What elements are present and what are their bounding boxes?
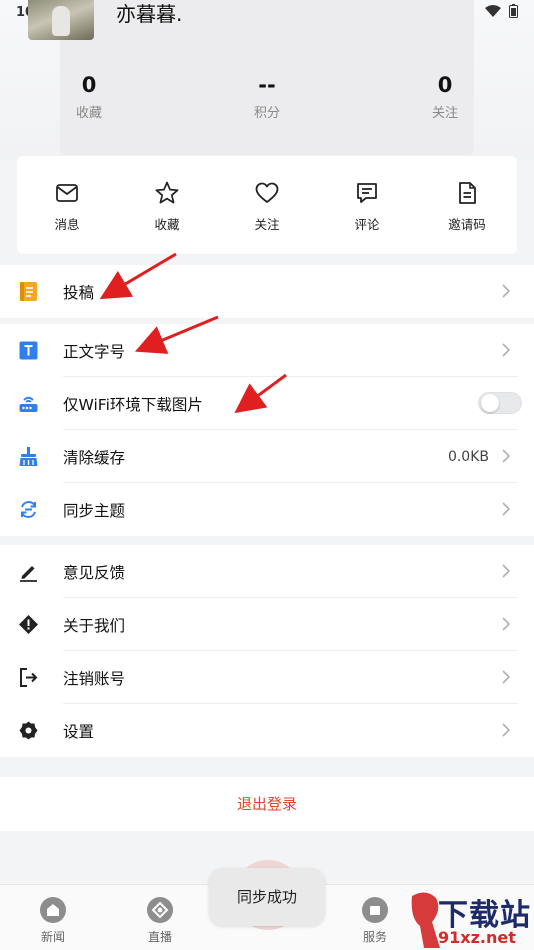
menu-item-label: 同步主题 [63,501,126,520]
menu-item-settings[interactable]: 设置 [0,704,534,757]
quick-action-following[interactable]: 关注 [217,156,317,254]
live-icon [147,897,173,923]
tab-service[interactable]: 服务 [345,897,405,945]
exit-icon [20,668,38,687]
menu-item-about[interactable]: 关于我们 [0,598,534,651]
logout-button[interactable]: 退出登录 [0,777,534,831]
mail-icon [56,184,78,202]
quick-action-invite-code[interactable]: 邀请码 [417,156,517,254]
menu-item-deregister[interactable]: 注销账号 [0,651,534,704]
font-size-icon [19,341,38,360]
broom-icon [19,447,38,466]
quick-action-label: 邀请码 [448,217,486,232]
star-icon [155,181,179,204]
battery-icon [509,4,518,18]
menu-item-clear-cache[interactable]: 清除缓存 0.0KB [0,430,534,483]
toggle-knob [481,394,499,412]
watermark-url: 91xz.net [438,928,516,947]
chevron-right-icon [502,502,511,516]
wifi-images-toggle[interactable] [478,392,522,414]
stat-favorites[interactable]: 0 收藏 [39,72,139,121]
menu-item-sync-theme[interactable]: 同步主题 [0,483,534,536]
stat-points[interactable]: -- 积分 [217,72,317,121]
stat-points-value: -- [258,73,276,97]
submit-icon [20,282,37,301]
heart-icon [255,182,279,203]
home-icon [40,897,66,923]
tab-label: 新闻 [40,930,65,944]
tab-live[interactable]: 直播 [130,897,190,945]
menu-group-submit: 投稿 [0,265,534,318]
tab-label: 服务 [362,930,387,944]
stat-favorites-label: 收藏 [75,106,102,121]
menu-item-feedback[interactable]: 意见反馈 [0,545,534,598]
status-icons [484,4,518,22]
menu-item-label: 关于我们 [63,616,126,635]
stat-following-label: 关注 [431,106,458,121]
menu-group-account: 意见反馈 关于我们 注销账号 设置 [0,545,534,757]
menu-item-submit[interactable]: 投稿 [0,265,534,318]
stat-following-value: 0 [437,73,453,97]
nickname[interactable]: 亦暮暮. [116,0,182,27]
chevron-right-icon [502,723,511,737]
avatar-figure [52,6,70,36]
chevron-right-icon [502,449,511,463]
quick-action-label: 关注 [254,217,280,232]
info-diamond-icon [19,615,38,634]
chevron-right-icon [502,343,511,357]
menu-item-wifi-images[interactable]: 仅WiFi环境下载图片 [0,377,534,430]
chevron-right-icon [502,617,511,631]
menu-item-label: 注销账号 [63,669,126,688]
chevron-right-icon [502,284,511,298]
toast-message: 同步成功 [209,868,325,926]
quick-action-messages[interactable]: 消息 [17,156,117,254]
chevron-right-icon [502,670,511,684]
stat-following[interactable]: 0 关注 [395,72,495,121]
quick-action-label: 评论 [354,217,380,232]
menu-item-label: 仅WiFi环境下载图片 [63,395,203,414]
menu-item-font-size[interactable]: 正文字号 [0,324,534,377]
wifi-status-icon [484,5,501,17]
sync-icon [21,501,36,518]
menu-item-label: 投稿 [63,283,95,302]
menu-group-reading: 正文字号 仅WiFi环境下载图片 清除缓存 0.0KB 同步主题 [0,324,534,536]
chevron-right-icon [502,564,511,578]
quick-actions-card: 消息 收藏 关注 评论 邀请码 [17,156,517,254]
document-icon [459,182,476,204]
comment-icon [357,183,377,203]
cache-size-value: 0.0KB [447,448,489,465]
service-icon [362,897,388,923]
quick-action-label: 收藏 [154,217,180,232]
menu-item-label: 正文字号 [63,342,126,361]
quick-action-label: 消息 [54,217,80,232]
menu-item-label: 清除缓存 [63,448,126,467]
menu-item-label: 设置 [63,722,95,741]
router-icon [19,396,38,412]
avatar[interactable] [28,0,94,40]
gear-icon [19,721,38,740]
quick-action-comments[interactable]: 评论 [317,156,417,254]
tab-label: 直播 [147,930,172,944]
tab-news[interactable]: 新闻 [23,897,83,945]
quick-action-favorites[interactable]: 收藏 [117,156,217,254]
menu-item-label: 意见反馈 [63,563,126,582]
stat-favorites-value: 0 [81,73,97,97]
stat-points-label: 积分 [253,106,280,121]
pencil-icon [20,566,37,582]
